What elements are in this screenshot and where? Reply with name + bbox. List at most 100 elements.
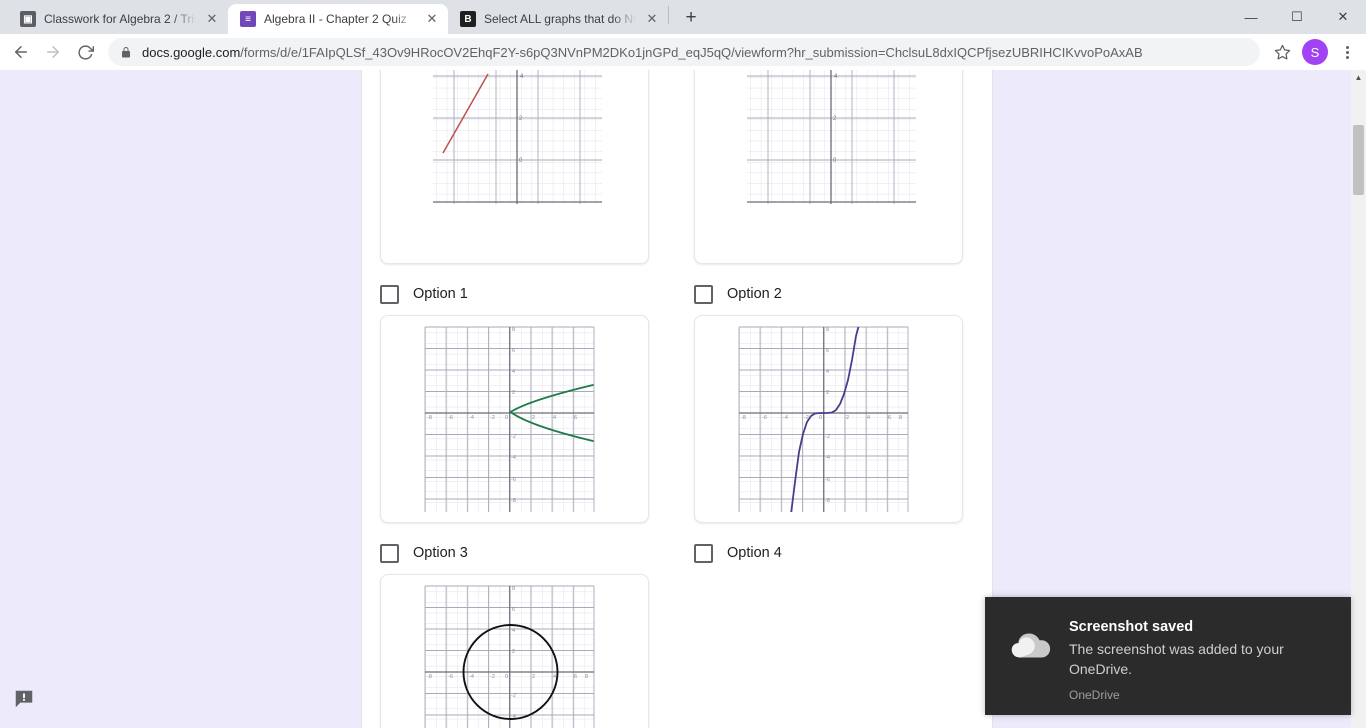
reload-button[interactable] (70, 37, 100, 67)
browser-window: ▣ Classwork for Algebra 2 / Trig B … ✕ ≡… (0, 0, 1366, 728)
options-row-1: 420 Option 1 4 2 0 Option 2 (380, 70, 980, 315)
option-cell-3: -8 -6 -4 -2 0 2 46 864 2 -2 -4 -6 -8 Opt… (380, 315, 649, 574)
minimize-window-button[interactable]: — (1228, 1, 1274, 33)
option-row-4[interactable]: Option 4 (694, 532, 963, 574)
browser-tab-1-label: Classwork for Algebra 2 / Trig B … (44, 12, 196, 26)
svg-text:-4: -4 (511, 455, 516, 461)
tab-strip: ▣ Classwork for Algebra 2 / Trig B … ✕ ≡… (0, 0, 1366, 34)
options-row-3: -8-6-4 -202 468 864 2-2-4 -6-8 (380, 574, 980, 728)
svg-text:-4: -4 (825, 455, 830, 461)
svg-text:2: 2 (512, 390, 515, 396)
svg-text:-4: -4 (469, 674, 474, 680)
svg-text:2: 2 (846, 415, 849, 421)
svg-text:-6: -6 (448, 674, 453, 680)
svg-text:-8: -8 (427, 674, 432, 680)
svg-text:-6: -6 (511, 477, 516, 483)
scroll-up-arrow-icon[interactable]: ▲ (1351, 70, 1366, 85)
svg-text:6: 6 (826, 348, 829, 354)
address-bar[interactable]: docs.google.com/forms/d/e/1FAIpQLSf_43Ov… (108, 38, 1260, 66)
svg-text:8: 8 (512, 586, 515, 592)
svg-text:-8: -8 (427, 415, 432, 421)
svg-text:-4: -4 (783, 415, 788, 421)
browser-tab-2-label: Algebra II - Chapter 2 Quiz (264, 12, 407, 26)
back-button[interactable] (6, 37, 36, 67)
browser-tab-3-label: Select ALL graphs that do NOT re (484, 12, 636, 26)
svg-text:-6: -6 (762, 415, 767, 421)
graph-empty-svg: 420 (746, 70, 916, 204)
report-feedback-icon[interactable] (13, 688, 35, 710)
close-tab-2-icon[interactable]: ✕ (424, 11, 440, 27)
svg-text:2: 2 (532, 674, 535, 680)
forward-button[interactable] (38, 37, 68, 67)
graph-sideways-parabola-svg: -8 -6 -4 -2 0 2 4 6 8 6 4 2 -2 -4 -6 -8 (424, 326, 594, 512)
option-cell-1: 420 Option 1 (380, 70, 649, 315)
option-row-3[interactable]: Option 3 (380, 532, 649, 574)
browser-tab-1[interactable]: ▣ Classwork for Algebra 2 / Trig B … ✕ (8, 4, 228, 34)
toast-notification[interactable]: Screenshot saved The screenshot was adde… (985, 597, 1351, 715)
browser-tab-2[interactable]: ≡ Algebra II - Chapter 2 Quiz ✕ (228, 4, 448, 34)
svg-text:4: 4 (512, 628, 515, 634)
graph-image-option-5: -8-6-4 -202 468 864 2-2-4 -6-8 (380, 574, 649, 728)
svg-text:-2: -2 (490, 674, 495, 680)
url-host: docs.google.com (142, 44, 241, 60)
options-grid: 420 Option 1 4 2 0 Option 2 -8 -6 -4 -2 … (380, 70, 980, 728)
svg-text:2: 2 (532, 415, 535, 421)
svg-text:-2: -2 (511, 434, 516, 440)
option-1-label: Option 1 (413, 286, 468, 302)
svg-text:-2: -2 (490, 415, 495, 421)
svg-text:6: 6 (574, 674, 577, 680)
scrollbar-thumb[interactable] (1353, 125, 1364, 195)
options-row-2: -8 -6 -4 -2 0 2 46 864 2 -2 -4 -6 -8 Opt… (380, 315, 980, 574)
svg-text:-6: -6 (825, 477, 830, 483)
svg-text:6: 6 (888, 415, 891, 421)
option-2-label: Option 2 (727, 286, 782, 302)
svg-text:6: 6 (512, 607, 515, 613)
svg-text:8: 8 (826, 327, 829, 333)
svg-text:4: 4 (867, 415, 870, 421)
svg-text:4: 4 (826, 369, 829, 375)
option-row-2[interactable]: Option 2 (694, 273, 963, 315)
svg-text:-8: -8 (825, 498, 830, 504)
svg-text:6: 6 (512, 348, 515, 354)
close-tab-3-icon[interactable]: ✕ (644, 11, 660, 27)
graph-line-red-svg: 420 (432, 70, 602, 204)
graph-image-option-3: -8 -6 -4 -2 0 2 4 6 8 6 4 2 -2 -4 -6 -8 (380, 315, 649, 523)
bookmark-star-icon[interactable] (1268, 38, 1296, 66)
svg-text:2: 2 (826, 390, 829, 396)
lock-icon (122, 46, 130, 57)
window-controls: — ☐ ✕ (1228, 0, 1366, 34)
browser-tab-3[interactable]: B Select ALL graphs that do NOT re ✕ (448, 4, 668, 34)
svg-text:8: 8 (512, 327, 515, 333)
browser-menu-icon[interactable] (1334, 38, 1360, 66)
checkbox-option-2[interactable] (694, 284, 713, 304)
checkbox-option-3[interactable] (380, 543, 399, 563)
svg-text:8: 8 (585, 674, 588, 680)
option-3-label: Option 3 (413, 545, 468, 561)
dark-site-icon: B (460, 11, 476, 27)
close-window-button[interactable]: ✕ (1320, 1, 1366, 33)
option-4-label: Option 4 (727, 545, 782, 561)
option-cell-empty (694, 574, 963, 728)
maximize-window-button[interactable]: ☐ (1274, 1, 1320, 33)
close-tab-1-icon[interactable]: ✕ (204, 11, 220, 27)
avatar[interactable]: S (1302, 39, 1328, 65)
svg-text:-2: -2 (511, 693, 516, 699)
svg-text:-2: -2 (825, 434, 830, 440)
graph-image-option-2: 420 (694, 70, 963, 264)
graph-image-option-4: -8 -6 -4 -2 0 2 468 864 2 -2 -4 -6 -8 (694, 315, 963, 523)
svg-text:8: 8 (899, 415, 902, 421)
svg-text:-8: -8 (511, 498, 516, 504)
url-text: docs.google.com/forms/d/e/1FAIpQLSf_43Ov… (142, 45, 1143, 60)
page-scrollbar[interactable]: ▲ (1351, 70, 1366, 728)
svg-text:0: 0 (505, 674, 508, 680)
new-tab-button[interactable]: + (677, 4, 705, 32)
graph-image-option-1: 420 (380, 70, 649, 264)
option-row-1[interactable]: Option 1 (380, 273, 649, 315)
checkbox-option-4[interactable] (694, 543, 713, 563)
checkbox-option-1[interactable] (380, 284, 399, 304)
svg-text:2: 2 (512, 649, 515, 655)
toast-text: The screenshot was added to your OneDriv… (1069, 641, 1284, 677)
svg-text:-8: -8 (741, 415, 746, 421)
svg-text:4: 4 (553, 415, 556, 421)
toast-app-name: OneDrive (1069, 688, 1120, 702)
